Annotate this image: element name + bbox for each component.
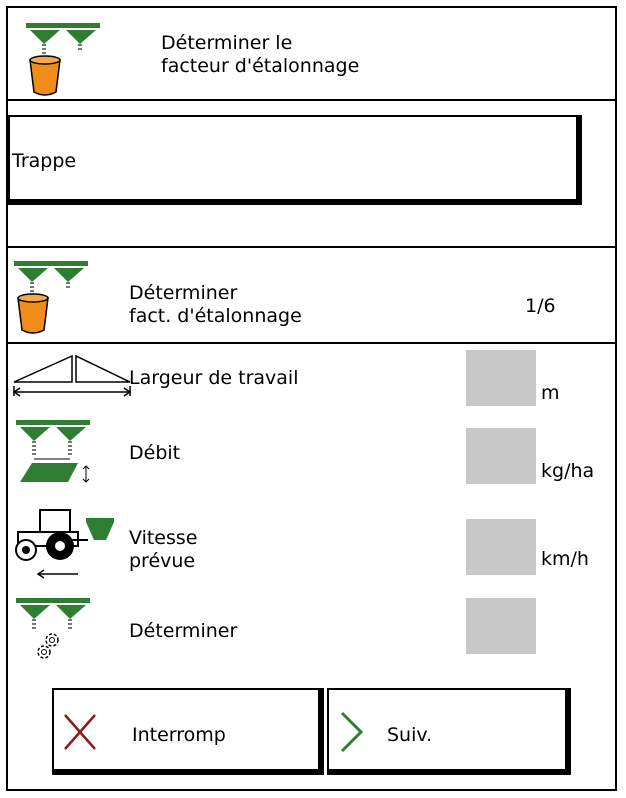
cancel-button-label: Interromp <box>132 724 226 746</box>
row-label-working-width: Largeur de travail <box>129 367 299 389</box>
application-rate-input[interactable] <box>466 428 536 484</box>
selection-value: Trappe <box>12 150 77 172</box>
unit-label: km/h <box>541 548 589 570</box>
row-label-speed: Vitesse prévue <box>129 527 198 572</box>
next-button-label: Suiv. <box>387 724 433 746</box>
application-rate-icon <box>16 420 90 483</box>
cross-icon <box>64 714 96 750</box>
chevron-right-icon <box>340 711 364 753</box>
page-title: Déterminer le facteur d'étalonnage <box>161 32 360 77</box>
divider <box>6 99 617 101</box>
working-width-input[interactable] <box>466 350 536 406</box>
row-label-determine: Déterminer <box>129 620 238 642</box>
unit-label: kg/ha <box>541 460 595 482</box>
section-title: Déterminer fact. d'étalonnage <box>129 282 302 327</box>
spreader-bucket-icon <box>14 261 88 334</box>
unit-label: m <box>541 382 560 404</box>
determine-input[interactable] <box>466 598 536 654</box>
speed-input[interactable] <box>466 519 536 575</box>
working-width-icon <box>12 354 132 397</box>
selection-field[interactable]: Trappe <box>8 115 582 205</box>
cancel-button[interactable]: Interromp <box>52 688 324 775</box>
divider <box>6 342 617 344</box>
spreader-gears-icon <box>16 598 90 659</box>
next-button[interactable]: Suiv. <box>327 688 571 775</box>
divider <box>6 246 617 248</box>
page-indicator: 1/6 <box>525 295 556 317</box>
spreader-bucket-icon <box>26 23 100 96</box>
tractor-speed-icon <box>15 509 114 579</box>
row-label-rate: Débit <box>129 442 181 464</box>
